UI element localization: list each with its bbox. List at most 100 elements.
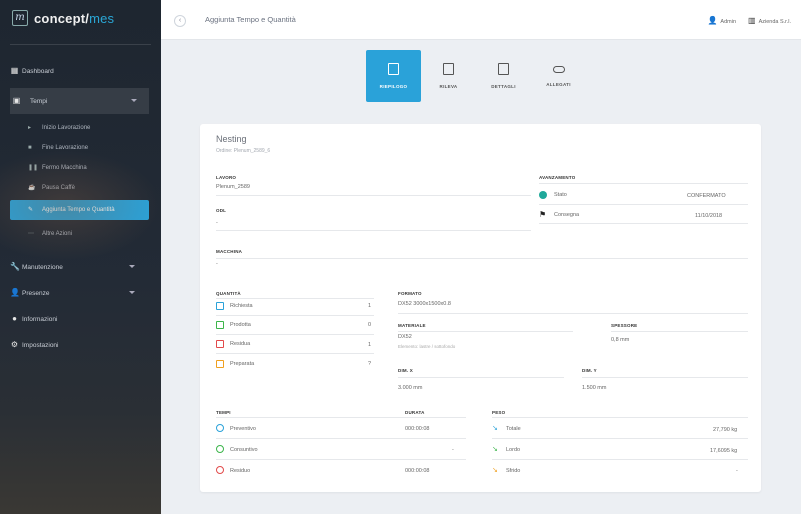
sidebar-subitem-pausa[interactable]: ☕ Pausa Caffè	[0, 178, 161, 198]
grid-icon: ▦	[10, 66, 19, 75]
spessore-label: SPESSORE	[611, 323, 638, 328]
top-bar: ‹ Aggiunta Tempo e Quantità 👤 Admin ▥ Azie…	[161, 0, 801, 40]
sidebar-subitem-altre[interactable]: ⋯ Altre Azioni	[0, 224, 161, 244]
divider	[10, 44, 151, 45]
sidebar-item-label: Dashboard	[22, 67, 54, 75]
tab-rileva[interactable]: RILEVA	[421, 50, 476, 102]
clock-icon	[216, 466, 224, 474]
pesi-row-label: Sfrido	[506, 468, 521, 474]
sidebar-item-label: Presenze	[22, 289, 50, 297]
weight-icon: ↘	[492, 446, 498, 453]
coffee-icon: ☕	[28, 185, 36, 191]
materiale-label: MATERIALE	[398, 323, 426, 328]
breadcrumb: Aggiunta Tempo e Quantità	[205, 15, 296, 24]
spessore-value: 0,8 mm	[611, 337, 630, 343]
sidebar-nav: ▦ Dashboard ▣ Tempi ▸ Inizio Lavorazione…	[0, 58, 161, 358]
sidebar-subitem-label: Aggiunta Tempo e Quantità	[42, 207, 115, 213]
sidebar-subitem-fine[interactable]: ■ Fine Lavorazione	[0, 138, 161, 158]
input-icon	[443, 63, 454, 75]
attachment-icon	[552, 65, 565, 73]
quantita-row-label: Residua	[230, 341, 251, 347]
clock-icon	[216, 445, 224, 453]
chevron-down-icon	[129, 265, 135, 268]
card-title: Nesting	[216, 134, 247, 144]
company-menu[interactable]: ▥ Azienda S.r.l.	[748, 16, 791, 25]
calendar-icon: ▣	[12, 96, 21, 105]
odl-value: -	[216, 220, 218, 226]
materiale-note: Elemento: lastre / sottofondo	[398, 344, 456, 349]
top-right-area: 👤 Admin ▥ Azienda S.r.l.	[707, 16, 791, 25]
tempi-row-label: Preventivo	[230, 426, 256, 432]
pesi-row-label: Totale	[506, 426, 521, 432]
tab-dettagli[interactable]: DETTAGLI	[476, 50, 531, 102]
stato-label: Stato	[554, 192, 567, 198]
sidebar-item-dashboard[interactable]: ▦ Dashboard	[0, 58, 161, 84]
tempi-row-label: Residuo	[230, 468, 251, 474]
materiale-value: DX52	[398, 334, 412, 340]
sidebar-item-label: Tempi	[30, 97, 48, 105]
formato-value: DX52 3000x1500x0.8	[398, 301, 451, 307]
quantita-row-label: Prodotta	[230, 322, 251, 328]
stato-value: CONFERMATO	[687, 193, 726, 199]
sidebar-item-label: Manutenzione	[22, 263, 63, 271]
more-icon: ⋯	[28, 231, 34, 237]
details-icon	[498, 63, 509, 75]
flag-icon: ⚑	[539, 210, 547, 219]
edit-icon: ✎	[28, 207, 34, 213]
sidebar: m concept/mes ▦ Dashboard ▣ Tempi ▸ Iniz…	[0, 0, 161, 514]
sidebar-item-impostazioni[interactable]: ⚙ Impostazioni	[0, 332, 161, 358]
sidebar-item-tempi[interactable]: ▣ Tempi	[10, 88, 149, 114]
quantita-row-label: Richiesta	[230, 303, 253, 309]
clock-icon	[216, 424, 224, 432]
chevron-down-icon	[131, 99, 137, 102]
play-icon: ▸	[28, 125, 32, 131]
sidebar-item-informazioni[interactable]: ● Informazioni	[0, 306, 161, 332]
sidebar-item-label: Impostazioni	[22, 341, 59, 349]
collapse-sidebar-button[interactable]: ‹	[174, 15, 186, 27]
quantita-row-value: 0	[368, 322, 372, 328]
tab-riepilogo[interactable]: RIEPILOGO	[366, 50, 421, 102]
quantita-row-value: ?	[368, 361, 372, 367]
macchina-label: MACCHINA	[216, 249, 243, 254]
sidebar-subitem-label: Altre Azioni	[42, 231, 73, 237]
dimy-label: DIM. Y	[582, 368, 597, 373]
stop-icon: ■	[28, 145, 32, 151]
quantita-row-value: 1	[368, 342, 372, 348]
residua-icon	[216, 340, 224, 348]
dimx-label: DIM. X	[398, 368, 413, 373]
tempi-row-label: Consuntivo	[230, 447, 258, 453]
sidebar-item-manutenzione[interactable]: 🔧 Manutenzione	[0, 254, 161, 280]
lavoro-label: LAVORO	[216, 175, 237, 180]
sidebar-subitem-fermo[interactable]: ❚❚ Fermo Macchina	[0, 158, 161, 178]
user-icon: 👤	[10, 288, 20, 297]
brand-name: concept/mes	[34, 10, 115, 26]
logo-icon: m	[12, 10, 28, 26]
pesi-row-label: Lordo	[506, 447, 521, 453]
tempi-row-value: 000:00:08	[405, 426, 430, 432]
tab-allegati[interactable]: ALLEGATI	[531, 50, 586, 102]
prodotta-icon	[216, 321, 224, 329]
sidebar-subitem-label: Pausa Caffè	[42, 185, 75, 191]
macchina-value: -	[216, 261, 218, 267]
user-menu[interactable]: 👤 Admin	[707, 16, 736, 25]
tempi-label: TEMPI	[216, 410, 231, 415]
dimx-value: 3.000 mm	[398, 385, 423, 391]
summary-card: Nesting Ordine: Plenum_2589_6 LAVORO Ple…	[200, 124, 761, 492]
tempi-row-value: -	[452, 447, 454, 453]
sidebar-subitem-inizio[interactable]: ▸ Inizio Lavorazione	[0, 118, 161, 138]
sidebar-item-presenze[interactable]: 👤 Presenze	[0, 280, 161, 306]
quantita-row-value: 1	[368, 303, 372, 309]
step-tabs: RIEPILOGO RILEVA DETTAGLI ALLEGATI	[366, 50, 586, 102]
quantita-row-label: Preparata	[230, 361, 255, 367]
brand[interactable]: m concept/mes	[12, 10, 114, 26]
lavoro-value: Plenum_2589	[216, 184, 250, 190]
status-dot-icon	[539, 191, 547, 199]
durata-label: DURATA	[405, 410, 425, 415]
richiesta-icon	[216, 302, 224, 310]
sidebar-subitem-aggiunta[interactable]: ✎ Aggiunta Tempo e Quantità	[10, 200, 149, 220]
quantita-label: QUANTITÀ	[216, 291, 241, 296]
sidebar-subitem-label: Fermo Macchina	[42, 165, 87, 171]
building-icon: ▥	[748, 16, 756, 25]
avanzamento-label: AVANZAMENTO	[539, 175, 576, 180]
card-subtitle: Ordine: Plenum_2589_6	[216, 148, 271, 154]
